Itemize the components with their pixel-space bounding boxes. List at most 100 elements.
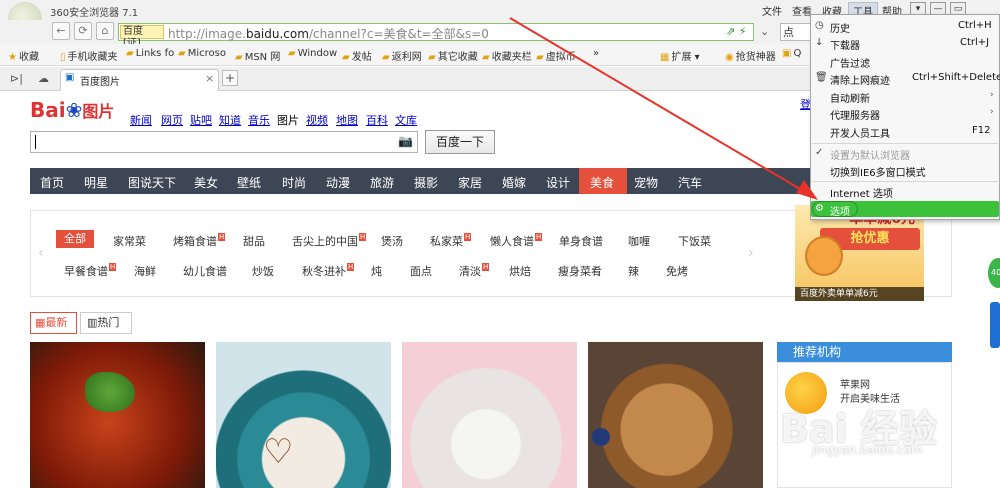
fav-item[interactable]: ▰ Links fo [126,48,174,59]
site-identity-badge[interactable]: 百度 [证] [120,25,164,49]
category-item[interactable]: 设计 [546,174,570,191]
tag-item[interactable]: 面点 [410,263,432,279]
search-engine-box[interactable]: 点 [780,23,812,41]
menu-item-proxy[interactable]: 代理服务器 [830,107,880,122]
nav-link[interactable]: 新闻 [130,112,152,128]
sort-hot-button[interactable]: ▥热门 [80,312,132,334]
tag-item[interactable]: 下饭菜 [678,233,711,249]
address-action-icons[interactable]: ⇗ ⚡ [726,25,746,38]
fav-item[interactable]: ★ 收藏 [8,48,39,63]
tag-item[interactable]: 懒人食谱 H [490,233,543,249]
menu-item-ie6-mode[interactable]: 切换到IE6多窗口模式 [830,164,926,179]
food-photo-chicken-wings[interactable] [30,342,205,488]
menu-view[interactable]: 查看 [792,3,812,18]
new-tab-button[interactable]: + [222,70,238,86]
category-item[interactable]: 首页 [40,174,64,191]
nav-link-active[interactable]: 图片 [277,112,299,128]
food-photo-scones[interactable] [588,342,763,488]
fav-item[interactable]: ▰ Window [288,48,337,59]
menu-file[interactable]: 文件 [762,3,782,18]
tag-item[interactable]: 煲汤 [381,233,403,249]
tag-item[interactable]: 咖喱 [628,233,650,249]
menu-item-internet-options[interactable]: Internet 选项 [830,185,893,200]
nav-link[interactable]: 文库 [395,112,417,128]
tag-item[interactable]: 甜品 [243,233,265,249]
tag-item[interactable]: 家常菜 [113,233,146,249]
tag-item[interactable]: 烤箱食谱 H [173,233,226,249]
nav-link[interactable]: 贴吧 [190,112,212,128]
fav-item[interactable]: ▰ 收藏夹栏 [482,48,532,63]
tag-item[interactable]: 烘焙 [509,263,531,279]
menu-item-clear-history[interactable]: 清除上网痕迹 [830,72,890,87]
fav-item[interactable]: ▰ 其它收藏 [428,48,478,63]
category-item-active[interactable]: 美食 [590,174,614,191]
home-icon[interactable]: ⌂ [96,22,114,40]
tag-item[interactable]: 海鲜 [134,263,156,279]
fav-extension[interactable]: ▦ 扩展 ▾ [660,48,700,63]
fav-extension[interactable]: ◉ 抢货神器 [725,48,776,63]
dropdown-arrow-icon[interactable]: ⌄ [760,25,769,38]
address-url[interactable]: http://image.baidu.com/channel?c=美食&t=全部… [168,25,489,42]
tag-item[interactable]: 舌尖上的中国 H [292,233,367,249]
nav-link[interactable]: 音乐 [248,112,270,128]
cloud-icon[interactable]: ☁ [38,72,49,85]
fav-extension[interactable]: ▣ Q [782,48,801,59]
fav-item[interactable]: ▯ 手机收藏夹 [60,48,118,63]
search-input[interactable] [30,131,418,153]
menu-item-auto-refresh[interactable]: 自动刷新 [830,90,870,105]
tag-item[interactable]: 清淡 H [459,263,490,279]
category-item[interactable]: 图说天下 [128,174,176,191]
food-photo-latte-art[interactable] [216,342,391,488]
tag-item[interactable]: 炒饭 [252,263,274,279]
tag-item[interactable]: 秋冬进补 H [302,263,355,279]
nav-link[interactable]: 地图 [336,112,358,128]
nav-link[interactable]: 百科 [366,112,388,128]
category-item[interactable]: 旅游 [370,174,394,191]
tag-item[interactable]: 早餐食谱 H [64,263,117,279]
fav-item[interactable]: ▰ 发帖 [342,48,372,63]
chevron-left-icon[interactable]: ‹ [38,245,44,261]
tag-item[interactable]: 瘦身菜肴 [558,263,602,279]
category-item[interactable]: 明星 [84,174,108,191]
tag-item[interactable]: 炖 [371,263,382,279]
category-item[interactable]: 家居 [458,174,482,191]
camera-icon[interactable]: 📷 [398,134,413,148]
sort-newest-button[interactable]: ▦最新 [30,312,77,334]
more-favorites-icon[interactable]: » [593,48,599,59]
category-item[interactable]: 美女 [194,174,218,191]
tag-item[interactable]: 幼儿食谱 [183,263,227,279]
category-item[interactable]: 汽车 [678,174,702,191]
fav-item[interactable]: ▰ MSN 网 [235,48,280,63]
close-icon[interactable]: × [205,72,214,85]
category-item[interactable]: 壁纸 [237,174,261,191]
tag-all[interactable]: 全部 [56,230,94,248]
category-item[interactable]: 动漫 [326,174,350,191]
recommend-name[interactable]: 苹果网 [840,376,870,391]
nav-link[interactable]: 视频 [306,112,328,128]
fav-item[interactable]: ▰ Microso [178,48,226,59]
fav-item[interactable]: ▰ 返利网 [382,48,422,63]
category-item[interactable]: 宠物 [634,174,658,191]
nav-link[interactable]: 网页 [161,112,183,128]
menu-item-ad-filter[interactable]: 广告过滤 [830,55,870,70]
search-button[interactable]: 百度一下 [425,130,495,154]
refresh-icon[interactable]: ⟳ [74,22,92,40]
side-toolbar[interactable] [990,302,1000,348]
sidebar-toggle-icon[interactable]: ⊳| [10,72,23,85]
menu-item-downloader[interactable]: 下载器 [830,37,860,52]
menu-item-dev-tools[interactable]: 开发人员工具 [830,125,890,140]
food-photo-rice-cake[interactable] [402,342,577,488]
menu-item-history[interactable]: 历史 [830,20,850,35]
menu-item-options[interactable]: 选项 [830,203,850,218]
speed-ball-widget[interactable]: 40 [988,258,1000,288]
chevron-right-icon[interactable]: › [748,245,754,261]
baidu-logo[interactable]: Bai❀图片 [30,98,114,122]
category-item[interactable]: 婚嫁 [502,174,526,191]
tag-item[interactable]: 辣 [628,263,639,279]
tag-item[interactable]: 免烤 [666,263,688,279]
fav-item[interactable]: ▰ 虚拟币 [536,48,576,63]
back-icon[interactable]: ← [52,22,70,40]
category-item[interactable]: 摄影 [414,174,438,191]
nav-link[interactable]: 知道 [219,112,241,128]
category-item[interactable]: 时尚 [282,174,306,191]
